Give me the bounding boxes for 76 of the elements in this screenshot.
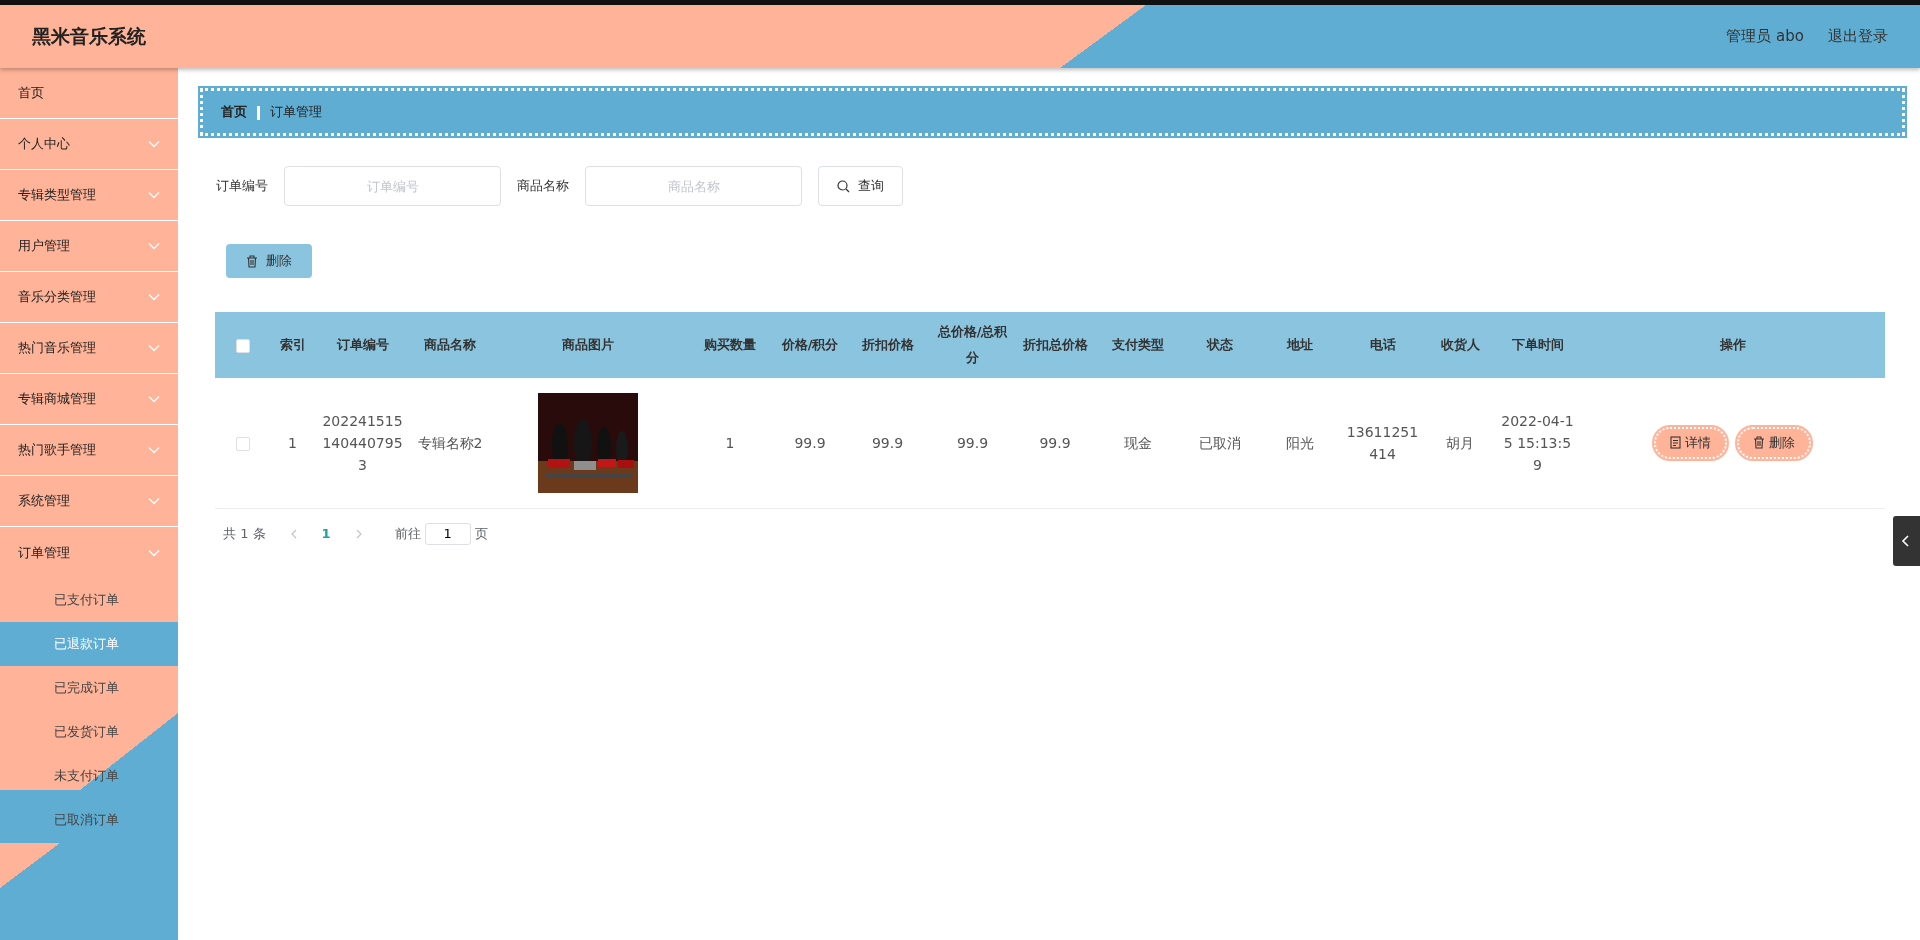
column-header: 操作 xyxy=(1719,337,1746,352)
chevron-icon xyxy=(148,242,160,250)
submenu-item[interactable]: 已支付订单 xyxy=(0,578,178,622)
search-button[interactable]: 查询 xyxy=(818,166,903,206)
table-cell: 胡月 xyxy=(1446,434,1474,451)
field-label: 订单编号 xyxy=(216,177,268,196)
chevron-icon xyxy=(148,497,160,505)
chevron-icon xyxy=(148,344,160,352)
column-header: 索引 xyxy=(279,337,306,352)
column-header: 状态 xyxy=(1207,337,1233,352)
submenu-item[interactable]: 已取消订单 xyxy=(0,798,178,842)
chevron-icon xyxy=(148,293,160,301)
column-header: 商品图片 xyxy=(561,337,614,352)
chevron-icon xyxy=(148,446,160,454)
table-cell: 13611251414 xyxy=(1346,423,1419,462)
table-cell: 2022-04-15 15:13:59 xyxy=(1501,412,1574,473)
column-header: 地址 xyxy=(1287,337,1313,352)
submenu-item[interactable]: 已完成订单 xyxy=(0,666,178,710)
sidebar-item[interactable]: 个人中心 xyxy=(0,119,178,170)
sidebar-item[interactable]: 热门歌手管理 xyxy=(0,425,178,476)
table-cell: 2022415151404407953 xyxy=(322,412,403,473)
delete-button[interactable]: 删除 xyxy=(1737,426,1811,459)
table-cell: 1 xyxy=(725,434,735,451)
column-header: 折扣总价格 xyxy=(1022,337,1088,352)
table-cell: 99.9 xyxy=(956,434,989,451)
sidebar-item[interactable]: 用户管理 xyxy=(0,221,178,272)
sidebar-item[interactable]: 专辑类型管理 xyxy=(0,170,178,221)
document-icon xyxy=(1670,436,1681,450)
table-cell: 已取消 xyxy=(1199,434,1241,451)
table-cell: 阳光 xyxy=(1286,434,1314,451)
field-label: 商品名称 xyxy=(517,177,569,196)
chevron-icon xyxy=(148,395,160,403)
column-header: 电话 xyxy=(1369,337,1396,352)
search-field[interactable]: 订单编号 xyxy=(284,166,501,206)
column-header: 收货人 xyxy=(1440,337,1480,352)
column-header: 折扣价格 xyxy=(861,337,914,352)
detail-button[interactable]: 详情 xyxy=(1654,426,1727,459)
trash-icon xyxy=(1753,436,1765,450)
delete-button[interactable]: 删除 xyxy=(226,244,312,278)
table-cell: 99.9 xyxy=(871,434,904,451)
table-cell: 99.9 xyxy=(794,434,826,451)
sidebar-item[interactable]: 专辑商城管理 xyxy=(0,374,178,425)
sidebar-item[interactable]: 首页 xyxy=(0,68,178,119)
row-checkbox[interactable] xyxy=(235,436,250,451)
sidebar-item[interactable]: 音乐分类管理 xyxy=(0,272,178,323)
sidebar-item[interactable]: 系统管理 xyxy=(0,476,178,527)
chevron-icon xyxy=(148,140,160,148)
page-input[interactable]: 1 xyxy=(424,522,471,545)
column-header: 购买数量 xyxy=(704,337,756,352)
table-cell: 现金 xyxy=(1123,434,1152,451)
goto-label: 前往 xyxy=(394,524,421,543)
column-header: 订单编号 xyxy=(336,337,389,352)
app-title: 黑米音乐系统 xyxy=(32,24,146,50)
column-header: 商品名称 xyxy=(424,337,476,352)
column-header: 支付类型 xyxy=(1111,337,1164,352)
collapse-handle[interactable] xyxy=(1893,516,1920,566)
chevron-icon xyxy=(148,191,160,199)
table-cell: 1 xyxy=(288,434,297,451)
user-label: 管理员 abo xyxy=(1726,26,1804,48)
page-suffix: 页 xyxy=(474,524,488,543)
breadcrumb-item[interactable]: 首页 xyxy=(221,102,247,122)
column-header: 总价格/总积分 xyxy=(937,324,1008,365)
submenu-item[interactable]: 已发货订单 xyxy=(0,710,178,754)
trash-icon xyxy=(246,254,258,268)
table-cell: 99.9 xyxy=(1039,434,1071,451)
column-header: 下单时间 xyxy=(1511,337,1564,352)
sidebar-item[interactable]: 订单管理 xyxy=(0,527,178,578)
logout-link[interactable]: 退出登录 xyxy=(1828,25,1888,48)
breadcrumb-item: 订单管理 xyxy=(270,103,322,122)
column-header: 价格/积分 xyxy=(781,337,839,352)
sidebar-item[interactable]: 热门音乐管理 xyxy=(0,323,178,374)
total-count: 共 1 条 xyxy=(223,524,266,543)
search-field[interactable]: 商品名称 xyxy=(585,166,802,206)
select-all-checkbox[interactable] xyxy=(235,338,250,353)
table-cell: 专辑名称2 xyxy=(417,434,483,451)
search-icon xyxy=(837,179,850,193)
